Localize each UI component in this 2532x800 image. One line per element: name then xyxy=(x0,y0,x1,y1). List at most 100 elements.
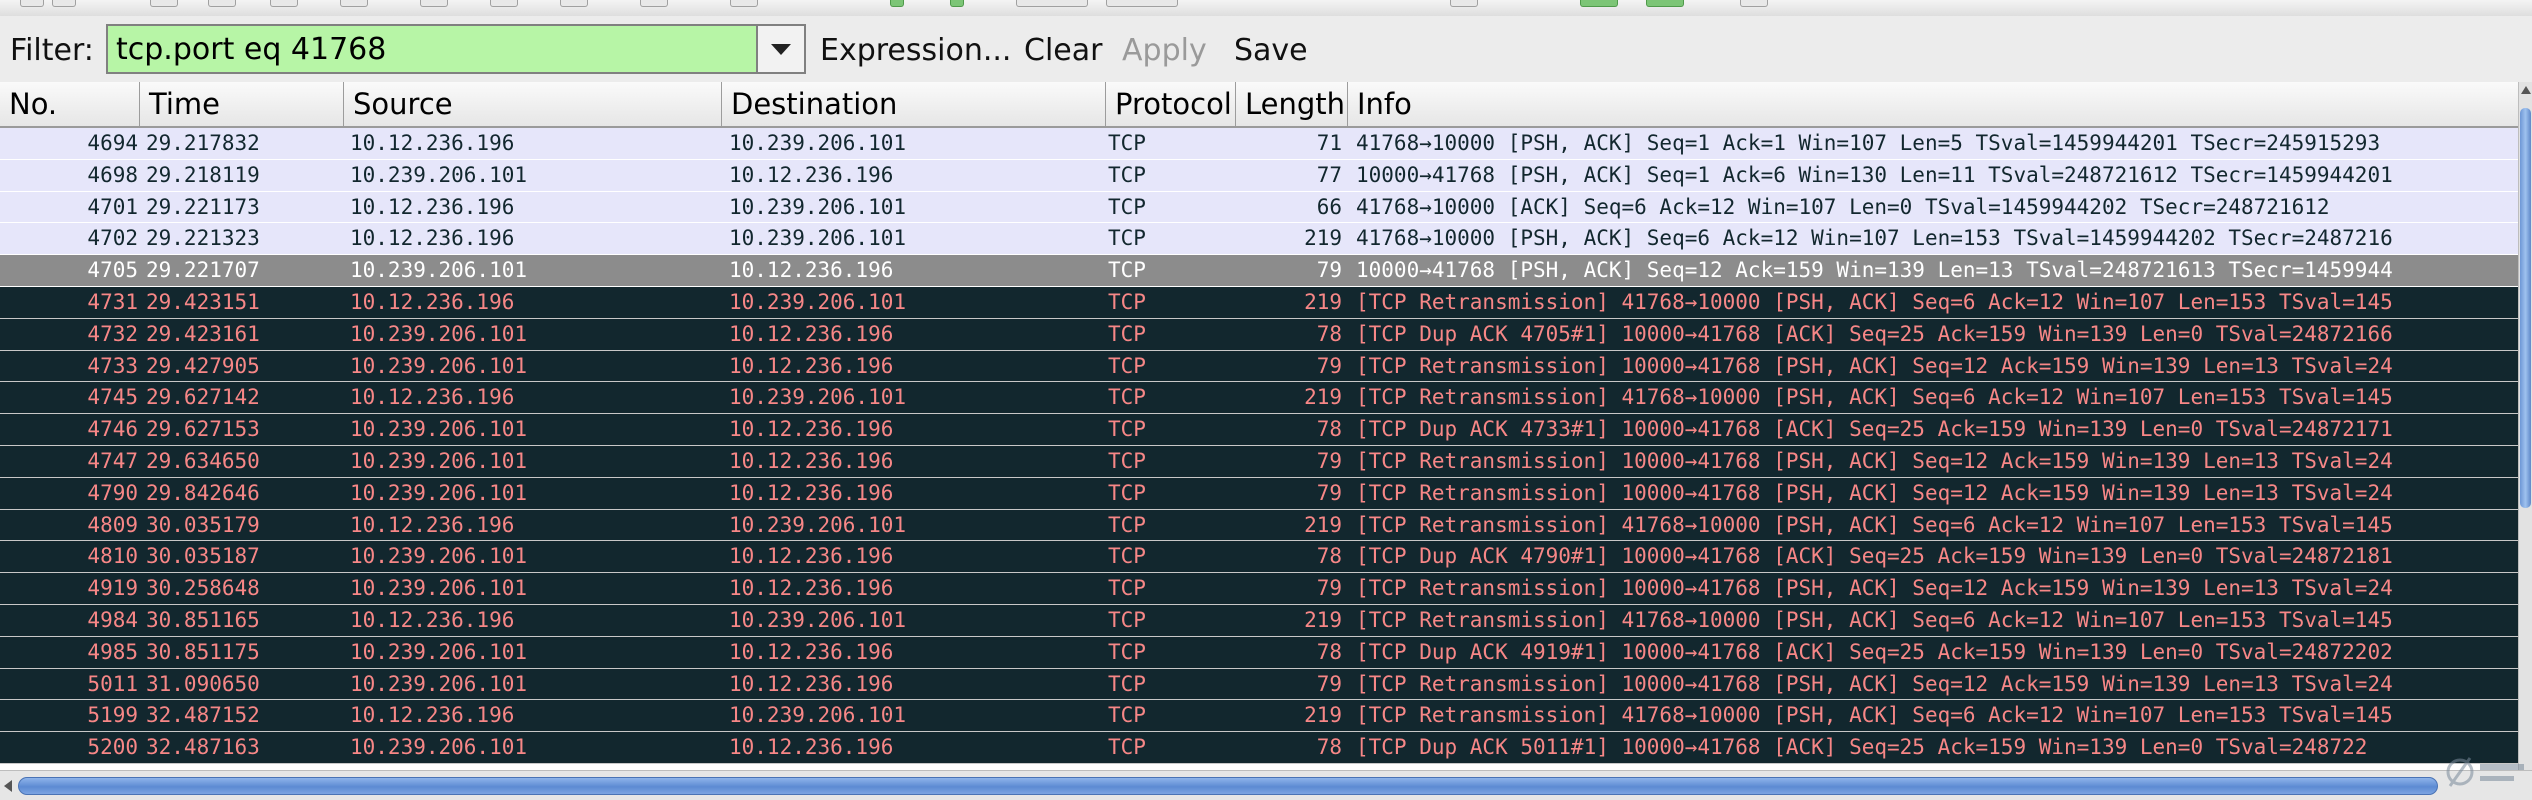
packet-time: 32.487163 xyxy=(146,735,260,760)
column-header-no[interactable]: No. xyxy=(0,82,140,126)
expression-button[interactable]: Expression... xyxy=(820,33,1011,68)
packet-source: 10.239.206.101 xyxy=(350,417,528,442)
packet-protocol: TCP xyxy=(1108,131,1146,155)
packet-row[interactable]: 4694 29.217832 10.12.236.196 10.239.206.101… xyxy=(0,128,2518,160)
toolbar-zoom-icon[interactable] xyxy=(1016,0,1088,7)
toolbar-icon[interactable] xyxy=(490,0,518,7)
toolbar-colorize-icon[interactable] xyxy=(950,0,964,7)
toolbar-icon[interactable] xyxy=(1450,0,1478,7)
toolbar-icon[interactable] xyxy=(52,0,76,7)
packet-protocol: TCP xyxy=(1108,576,1146,601)
clear-button[interactable]: Clear xyxy=(1024,33,1102,68)
toolbar-icon[interactable] xyxy=(420,0,448,7)
packet-destination: 10.12.236.196 xyxy=(729,544,894,569)
packet-row[interactable]: 4746 29.627153 10.239.206.101 10.12.236.196… xyxy=(0,414,2518,446)
packet-row[interactable]: 4809 30.035179 10.12.236.196 10.239.206.101… xyxy=(0,509,2518,542)
packet-info: [TCP Retransmission] 10000→41768 [PSH, A… xyxy=(1356,576,2393,601)
chevron-down-icon xyxy=(771,44,791,55)
packet-row[interactable]: 5199 32.487152 10.12.236.196 10.239.206.101… xyxy=(0,700,2518,733)
column-header-time[interactable]: Time xyxy=(140,82,344,126)
horizontal-scrollbar[interactable] xyxy=(0,770,2532,800)
packet-info: [TCP Retransmission] 10000→41768 [PSH, A… xyxy=(1356,480,2393,505)
packet-time: 30.035179 xyxy=(146,512,260,537)
toolbar-icon[interactable] xyxy=(640,0,668,7)
packet-row[interactable]: 4919 30.258648 10.239.206.101 10.12.236.196… xyxy=(0,573,2518,605)
packet-time: 29.627153 xyxy=(146,417,260,442)
packet-row[interactable]: 4745 29.627142 10.12.236.196 10.239.206.101… xyxy=(0,382,2518,415)
packet-no: 4701 xyxy=(87,194,138,219)
packet-info: [TCP Dup ACK 5011#1] 10000→41768 [ACK] S… xyxy=(1356,735,2368,760)
column-header-length[interactable]: Length xyxy=(1236,82,1348,126)
packet-row[interactable]: 4747 29.634650 10.239.206.101 10.12.236.196… xyxy=(0,445,2518,478)
toolbar-icon[interactable] xyxy=(1646,0,1684,7)
save-button[interactable]: Save xyxy=(1234,33,1308,68)
packet-row[interactable]: 4732 29.423161 10.239.206.101 10.12.236.196… xyxy=(0,318,2518,351)
packet-time: 29.634650 xyxy=(146,448,260,473)
vertical-scroll-thumb[interactable] xyxy=(2520,108,2531,508)
filter-combobox[interactable] xyxy=(106,24,806,74)
packet-length: 71 xyxy=(1316,131,1342,155)
arrow-left-icon[interactable] xyxy=(4,780,12,792)
packet-destination: 10.12.236.196 xyxy=(729,735,894,760)
packet-source: 10.12.236.196 xyxy=(350,226,515,251)
toolbar-icon[interactable] xyxy=(1580,0,1618,7)
packet-no: 4733 xyxy=(87,353,138,378)
packet-row[interactable]: 4810 30.035187 10.239.206.101 10.12.236.196… xyxy=(0,541,2518,574)
packet-no: 4702 xyxy=(87,226,138,251)
packet-row[interactable]: 4705 29.221707 10.239.206.101 10.12.236.196… xyxy=(0,255,2518,287)
filter-input[interactable] xyxy=(108,26,758,72)
packet-row[interactable]: 4985 30.851175 10.239.206.101 10.12.236.196… xyxy=(0,636,2518,669)
packet-row[interactable]: 4733 29.427905 10.239.206.101 10.12.236.196… xyxy=(0,350,2518,383)
packet-source: 10.239.206.101 xyxy=(350,544,528,569)
packet-row[interactable]: 4984 30.851165 10.12.236.196 10.239.206.101… xyxy=(0,604,2518,637)
packet-destination: 10.12.236.196 xyxy=(729,448,894,473)
packet-row[interactable]: 4731 29.423151 10.12.236.196 10.239.206.101… xyxy=(0,286,2518,319)
toolbar-icon[interactable] xyxy=(560,0,588,7)
packet-info: 41768→10000 [PSH, ACK] Seq=1 Ack=1 Win=1… xyxy=(1356,131,2381,155)
packet-length: 219 xyxy=(1304,703,1342,728)
toolbar-icon[interactable] xyxy=(150,0,178,7)
vertical-scrollbar[interactable] xyxy=(2518,82,2532,770)
display-filter-toolbar: Filter: Expression... Clear Apply Save xyxy=(0,16,2532,83)
packet-info: 41768→10000 [ACK] Seq=6 Ack=12 Win=107 L… xyxy=(1356,194,2330,219)
packet-source: 10.239.206.101 xyxy=(350,576,528,601)
packet-row[interactable]: 4702 29.221323 10.12.236.196 10.239.206.101… xyxy=(0,223,2518,256)
toolbar-icon[interactable] xyxy=(340,0,368,7)
packet-protocol: TCP xyxy=(1108,194,1146,219)
toolbar-colorize-icon[interactable] xyxy=(890,0,904,7)
packet-protocol: TCP xyxy=(1108,639,1146,664)
main-toolbar xyxy=(0,0,2532,17)
packet-row[interactable]: 4790 29.842646 10.239.206.101 10.12.236.196… xyxy=(0,477,2518,510)
packet-row[interactable]: 5200 32.487163 10.239.206.101 10.12.236.196… xyxy=(0,732,2518,764)
column-header-protocol[interactable]: Protocol xyxy=(1106,82,1236,126)
apply-button[interactable]: Apply xyxy=(1122,33,1207,68)
packet-destination: 10.239.206.101 xyxy=(729,289,907,314)
packet-destination: 10.12.236.196 xyxy=(729,480,894,505)
toolbar-icon[interactable] xyxy=(208,0,236,7)
packet-row[interactable]: 4698 29.218119 10.239.206.101 10.12.236.196… xyxy=(0,159,2518,192)
packet-source: 10.239.206.101 xyxy=(350,321,528,346)
column-header-info[interactable]: Info xyxy=(1348,82,2518,126)
packet-protocol: TCP xyxy=(1108,258,1146,283)
arrow-up-icon[interactable] xyxy=(2521,86,2531,94)
packet-info: [TCP Retransmission] 41768→10000 [PSH, A… xyxy=(1356,607,2393,632)
filter-history-dropdown[interactable] xyxy=(756,26,804,72)
packet-row[interactable]: 5011 31.090650 10.239.206.101 10.12.236.196… xyxy=(0,668,2518,701)
packet-time: 29.221323 xyxy=(146,226,260,251)
horizontal-scroll-thumb[interactable] xyxy=(18,777,2438,795)
toolbar-icon[interactable] xyxy=(1740,0,1768,7)
packet-protocol: TCP xyxy=(1108,353,1146,378)
packet-info: [TCP Dup ACK 4733#1] 10000→41768 [ACK] S… xyxy=(1356,417,2393,442)
toolbar-zoom-icon[interactable] xyxy=(1106,0,1178,7)
packet-info: 41768→10000 [PSH, ACK] Seq=6 Ack=12 Win=… xyxy=(1356,226,2393,251)
packet-row[interactable]: 4701 29.221173 10.12.236.196 10.239.206.101… xyxy=(0,191,2518,224)
column-header-source[interactable]: Source xyxy=(344,82,722,126)
packet-info: [TCP Retransmission] 10000→41768 [PSH, A… xyxy=(1356,353,2393,378)
toolbar-icon[interactable] xyxy=(730,0,758,7)
packet-destination: 10.239.206.101 xyxy=(729,194,907,219)
packet-time: 29.627142 xyxy=(146,385,260,410)
packet-destination: 10.239.206.101 xyxy=(729,131,907,155)
toolbar-icon[interactable] xyxy=(20,0,44,7)
toolbar-icon[interactable] xyxy=(270,0,298,7)
column-header-destination[interactable]: Destination xyxy=(722,82,1106,126)
